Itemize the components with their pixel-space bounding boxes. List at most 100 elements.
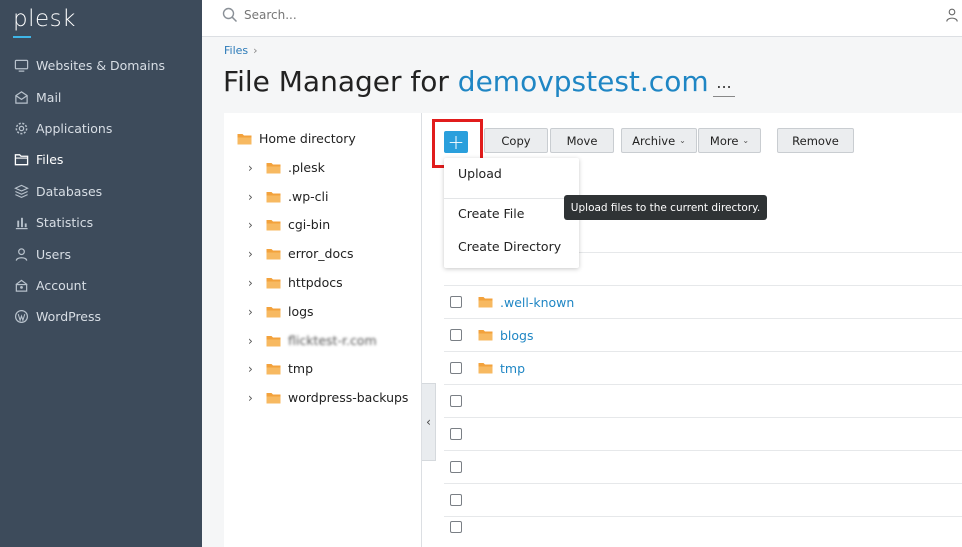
tree-item-label: tmp (288, 361, 314, 376)
tree-item-label: .wp-cli (288, 189, 329, 204)
table-row[interactable] (444, 450, 962, 483)
sidebar-item-label: Applications (36, 120, 113, 136)
file-manager-panel: Home directory › .plesk › .wp-cli › cgi-… (224, 113, 962, 547)
profile-icon[interactable] (946, 8, 958, 22)
table-row[interactable] (444, 516, 962, 536)
row-checkbox[interactable] (450, 520, 462, 533)
tree-root-home[interactable]: Home directory (237, 131, 356, 146)
search-input[interactable] (244, 6, 844, 24)
tree-item-logs[interactable]: › logs (248, 304, 314, 319)
expand-chevron-icon[interactable]: › (248, 247, 260, 261)
sidebar-nav: Websites & Domains Mail Applications Fil… (0, 50, 202, 333)
title-more-button[interactable]: ... (713, 75, 735, 97)
sidebar-item-label: Users (36, 246, 72, 262)
breadcrumb-separator: › (253, 44, 258, 57)
file-link[interactable]: tmp (478, 361, 525, 376)
expand-chevron-icon[interactable]: › (248, 362, 260, 376)
sidebar-item-databases[interactable]: Databases (0, 176, 202, 207)
sidebar-item-wordpress[interactable]: WordPress (0, 301, 202, 332)
tree-item-cgi-bin[interactable]: › cgi-bin (248, 217, 330, 232)
add-dropdown-menu: Upload Create File Create Directory (444, 158, 579, 268)
sidebar-item-statistics[interactable]: Statistics (0, 207, 202, 238)
sidebar-item-account[interactable]: Account (0, 270, 202, 301)
sidebar-item-label: Mail (36, 89, 62, 105)
tree-item-blurred-domain[interactable]: › flicktest-r.com (248, 333, 377, 348)
tree-item-label: wordpress-backups (288, 390, 409, 405)
menu-item-create-directory[interactable]: Create Directory (458, 239, 561, 254)
expand-chevron-icon[interactable]: › (248, 334, 260, 348)
menu-item-create-file[interactable]: Create File (458, 206, 524, 221)
table-row[interactable]: blogs (444, 318, 962, 351)
tree-item-plesk[interactable]: › .plesk (248, 160, 325, 175)
folder-icon (478, 363, 493, 374)
tree-item-httpdocs[interactable]: › httpdocs (224, 269, 422, 297)
folder-icon (266, 248, 281, 259)
page-title-domain[interactable]: demovpstest.com (458, 65, 709, 98)
more-button[interactable]: More ⌄ (698, 128, 761, 153)
folder-icon (266, 335, 281, 346)
folder-icon (266, 277, 281, 288)
row-checkbox[interactable] (450, 395, 462, 407)
tree-root-label: Home directory (259, 131, 356, 146)
file-name-label: .well-known (500, 294, 575, 310)
expand-chevron-icon[interactable]: › (248, 190, 260, 204)
plesk-logo[interactable]: plesk (13, 6, 76, 32)
table-row[interactable] (444, 384, 962, 417)
expand-chevron-icon[interactable]: › (248, 161, 260, 175)
file-link[interactable]: .well-known (478, 295, 574, 310)
tree-item-wp-cli[interactable]: › .wp-cli (248, 189, 328, 204)
folder-icon (266, 306, 281, 317)
table-row[interactable]: .well-known (444, 285, 962, 318)
tree-item-error-docs[interactable]: › error_docs (248, 246, 353, 261)
statistics-icon (13, 215, 29, 231)
expand-chevron-icon[interactable]: › (248, 305, 260, 319)
file-list: + Copy Move Archive ⌄ More ⌄ Remove .well-… (422, 113, 962, 547)
tree-item-label: error_docs (288, 246, 354, 261)
sidebar-item-mail[interactable]: Mail (0, 81, 202, 112)
table-row[interactable]: tmp (444, 351, 962, 384)
expand-chevron-icon[interactable]: › (248, 276, 260, 290)
sidebar-item-applications[interactable]: Applications (0, 113, 202, 144)
menu-divider (444, 198, 579, 199)
sidebar-item-files[interactable]: Files (0, 144, 202, 175)
row-checkbox[interactable] (450, 362, 462, 374)
menu-item-upload[interactable]: Upload (458, 166, 502, 181)
add-button[interactable]: + (444, 130, 468, 154)
sidebar-item-label: Account (36, 277, 87, 293)
tree-item-wordpress-backups[interactable]: › wordpress-backups (248, 390, 408, 405)
wordpress-icon (13, 309, 29, 325)
row-checkbox[interactable] (450, 494, 462, 506)
remove-button[interactable]: Remove (777, 128, 854, 153)
breadcrumb-files-link[interactable]: Files (224, 44, 248, 57)
sidebar-item-label: Websites & Domains (36, 58, 166, 74)
row-checkbox[interactable] (450, 329, 462, 341)
row-checkbox[interactable] (450, 296, 462, 308)
row-checkbox[interactable] (450, 428, 462, 440)
row-checkbox[interactable] (450, 461, 462, 473)
sidebar-item-label: Databases (36, 183, 103, 199)
table-row[interactable] (444, 483, 962, 516)
move-button[interactable]: Move (550, 128, 614, 153)
sidebar-item-users[interactable]: Users (0, 238, 202, 269)
expand-chevron-icon[interactable]: › (248, 391, 260, 405)
sidebar-item-label: Statistics (36, 215, 94, 231)
sidebar-item-websites-domains[interactable]: Websites & Domains (0, 50, 202, 81)
expand-chevron-icon[interactable]: › (248, 218, 260, 232)
breadcrumb: Files › (224, 44, 258, 57)
files-icon (13, 152, 29, 168)
archive-button-label: Archive (632, 133, 676, 148)
file-toolbar: + Copy Move Archive ⌄ More ⌄ Remove (422, 113, 962, 168)
tree-item-label: flicktest-r.com (288, 333, 377, 348)
file-link[interactable]: blogs (478, 328, 534, 343)
more-button-label: More (709, 133, 739, 148)
database-icon (13, 183, 29, 199)
directory-tree: Home directory › .plesk › .wp-cli › cgi-… (224, 113, 422, 547)
gear-icon (13, 120, 29, 136)
tree-item-tmp[interactable]: › tmp (248, 361, 313, 376)
archive-button[interactable]: Archive ⌄ (621, 128, 697, 153)
file-name-label: tmp (500, 360, 526, 376)
main-area: Files › File Manager for demovpstest.com … (202, 37, 962, 547)
copy-button[interactable]: Copy (484, 128, 548, 153)
sidebar-item-label: WordPress (36, 309, 102, 325)
table-row[interactable] (444, 417, 962, 450)
